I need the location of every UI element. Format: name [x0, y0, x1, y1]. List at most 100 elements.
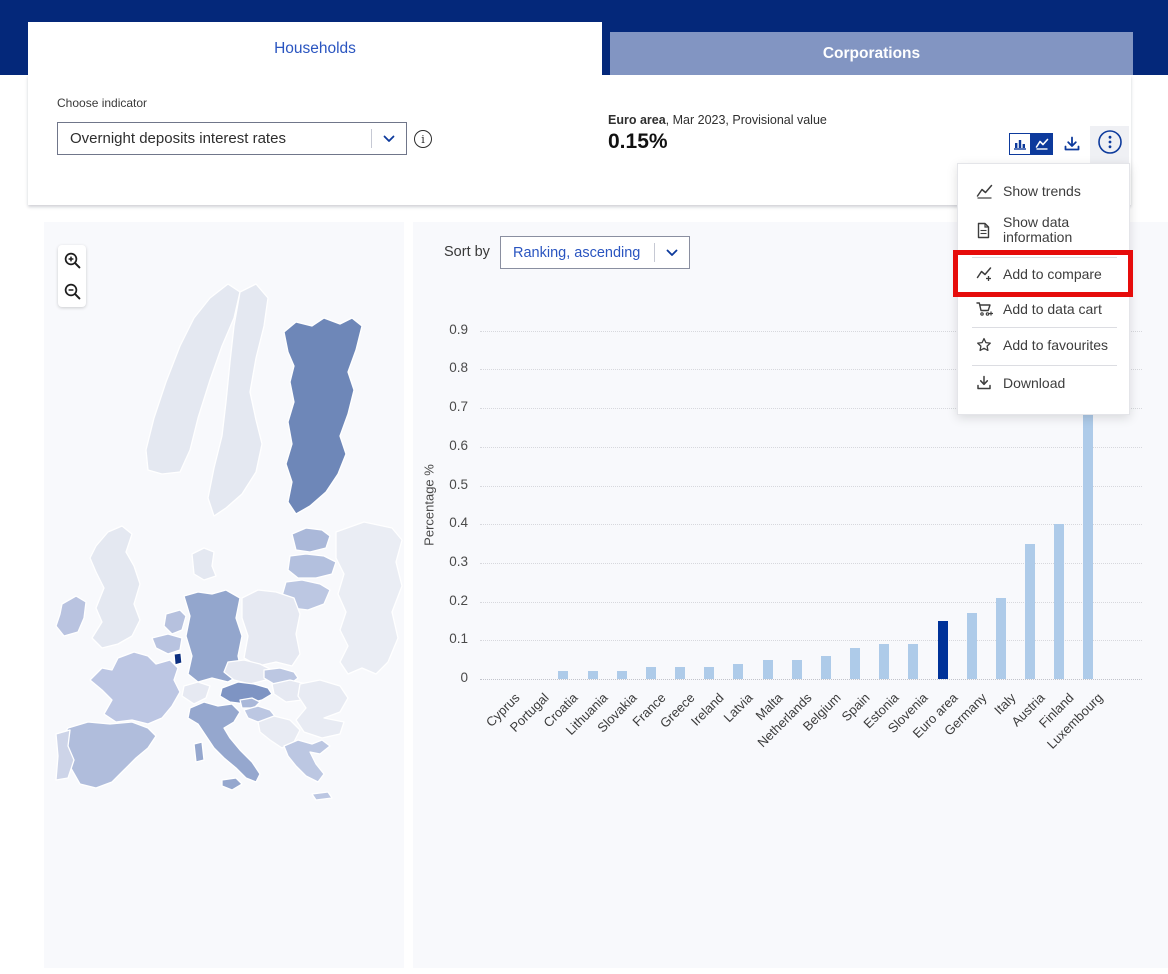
map-region-netherlands[interactable]: [164, 610, 186, 634]
download-icon: [1063, 135, 1081, 153]
y-tick-label: 0: [420, 670, 468, 685]
gridline: [480, 640, 1142, 641]
menu-item-label: Show data information: [1003, 215, 1129, 244]
trend-icon: [976, 183, 993, 199]
gridline: [480, 563, 1142, 564]
menu-item-add-to-compare[interactable]: Add to compare: [958, 261, 1129, 287]
bar-ireland[interactable]: [704, 667, 714, 679]
bar-greece[interactable]: [675, 667, 685, 679]
y-tick-label: 0.8: [420, 360, 468, 375]
menu-item-label: Add to compare: [1003, 267, 1110, 282]
map-region-crete[interactable]: [312, 792, 332, 800]
map-region-belgium[interactable]: [152, 634, 182, 654]
map-region-estonia[interactable]: [292, 528, 330, 552]
indicator-select[interactable]: Overnight deposits interest rates: [57, 122, 407, 155]
star-icon: [976, 337, 993, 353]
menu-item-download[interactable]: Download: [958, 370, 1129, 396]
map-region-switzerland[interactable]: [182, 682, 210, 704]
menu-item-add-to-data-cart[interactable]: Add to data cart: [958, 296, 1129, 322]
cart-icon: [976, 301, 993, 317]
download-icon: [976, 375, 993, 391]
bar-chart-view-button[interactable]: [1009, 133, 1031, 155]
map-region-france[interactable]: [90, 652, 180, 724]
menu-item-label: Download: [1003, 376, 1073, 391]
bar-euro-area[interactable]: [938, 621, 948, 679]
y-tick-label: 0.9: [420, 322, 468, 337]
current-reading: Euro area, Mar 2023, Provisional value 0…: [608, 113, 827, 154]
bar-slovenia[interactable]: [908, 644, 918, 679]
reading-area: Euro area: [608, 113, 666, 127]
gridline: [480, 602, 1142, 603]
more-options-button[interactable]: [1097, 129, 1123, 155]
bar-finland[interactable]: [1054, 524, 1064, 679]
zoom-out-button[interactable]: [60, 280, 84, 304]
bar-chart-icon: [1013, 137, 1027, 151]
gridline: [480, 524, 1142, 525]
bar-luxembourg[interactable]: [1083, 412, 1093, 679]
gridline: [480, 486, 1142, 487]
y-tick-label: 0.7: [420, 399, 468, 414]
map-zoom-control: [58, 245, 86, 307]
menu-item-show-data-information[interactable]: Show data information: [958, 210, 1129, 250]
menu-item-label: Add to data cart: [1003, 302, 1110, 317]
gridline: [480, 447, 1142, 448]
menu-divider: [972, 293, 1117, 294]
map-region-sardinia[interactable]: [194, 742, 204, 762]
map-region-uk[interactable]: [90, 526, 140, 648]
bar-spain[interactable]: [850, 648, 860, 679]
chevron-down-icon: [372, 135, 406, 143]
x-tick-label: Ireland: [688, 690, 727, 729]
bar-estonia[interactable]: [879, 644, 889, 679]
map-region-greece[interactable]: [284, 740, 330, 782]
bar-germany[interactable]: [967, 613, 977, 679]
map-region-latvia[interactable]: [288, 554, 336, 578]
map-region-denmark[interactable]: [192, 548, 216, 580]
zoom-in-button[interactable]: [60, 249, 84, 273]
menu-divider: [972, 327, 1117, 328]
menu-item-label: Add to favourites: [1003, 338, 1116, 353]
menu-item-show-trends[interactable]: Show trends: [958, 178, 1129, 204]
y-tick-label: 0.3: [420, 554, 468, 569]
map-region-sicily[interactable]: [222, 778, 242, 790]
gridline: [480, 679, 1142, 680]
bar-croatia[interactable]: [558, 671, 568, 679]
download-button[interactable]: [1061, 133, 1083, 155]
bar-netherlands[interactable]: [792, 660, 802, 679]
map-region-finland[interactable]: [284, 318, 362, 514]
map-panel: [44, 222, 404, 968]
y-tick-label: 0.6: [420, 438, 468, 453]
bar-malta[interactable]: [763, 660, 773, 679]
menu-item-add-to-favourites[interactable]: Add to favourites: [958, 332, 1129, 358]
y-tick-label: 0.2: [420, 593, 468, 608]
tab-households[interactable]: Households: [28, 22, 602, 75]
document-icon: [976, 222, 993, 239]
zoom-out-icon: [63, 282, 82, 301]
bar-latvia[interactable]: [733, 664, 743, 679]
view-toggle: [1009, 133, 1053, 155]
x-tick-label: Latvia: [721, 690, 756, 725]
map-region-poland[interactable]: [242, 590, 300, 666]
bar-austria[interactable]: [1025, 544, 1035, 679]
map-region-spain[interactable]: [60, 722, 156, 788]
map-region-luxembourg[interactable]: [174, 653, 182, 665]
zoom-in-icon: [63, 251, 82, 270]
bar-lithuania[interactable]: [588, 671, 598, 679]
bar-france[interactable]: [646, 667, 656, 679]
line-chart-icon: [1035, 137, 1049, 151]
bar-belgium[interactable]: [821, 656, 831, 679]
reading-value: 0.15%: [608, 130, 827, 154]
map-region-east-europe[interactable]: [336, 522, 402, 674]
bar-italy[interactable]: [996, 598, 1006, 679]
tab-corporations[interactable]: Corporations: [610, 32, 1133, 75]
bar-slovakia[interactable]: [617, 671, 627, 679]
menu-item-label: Show trends: [1003, 184, 1089, 199]
choose-indicator-label: Choose indicator: [57, 96, 147, 110]
map-region-ireland[interactable]: [56, 596, 86, 636]
more-options-menu: Show trends Show data information Add to…: [957, 163, 1130, 415]
menu-divider: [972, 257, 1117, 258]
menu-divider: [972, 365, 1117, 366]
map-region-romania-bulgaria[interactable]: [296, 680, 348, 738]
line-chart-view-button[interactable]: [1031, 133, 1053, 155]
info-icon[interactable]: i: [414, 130, 432, 148]
y-tick-label: 0.1: [420, 631, 468, 646]
